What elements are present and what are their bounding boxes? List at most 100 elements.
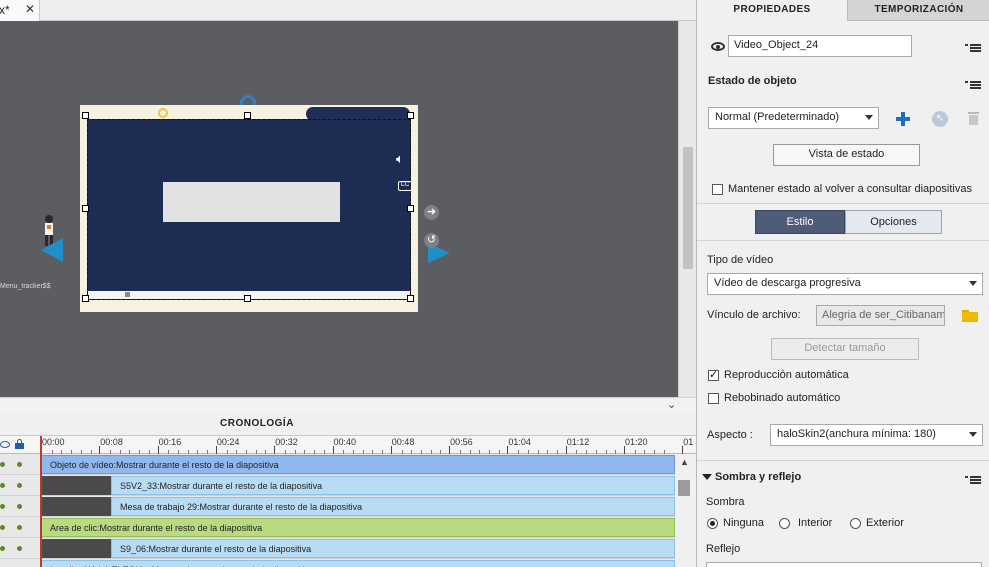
object-state-title: Estado de objeto — [708, 75, 797, 87]
panel-menu-icon[interactable] — [965, 43, 981, 52]
scroll-thumb[interactable] — [683, 147, 693, 269]
keep-state-label: Mantener estado al volver a consultar di… — [728, 183, 972, 195]
ruler-tick-label: 01:04 — [508, 437, 531, 447]
scroll-thumb[interactable] — [678, 480, 690, 496]
resize-handle-l[interactable] — [82, 205, 89, 212]
timeline-playhead[interactable] — [40, 436, 42, 567]
ruler-tick-label: 00:32 — [275, 437, 298, 447]
stage-vertical-scrollbar[interactable] — [678, 21, 696, 397]
ruler-tick-label: 01 — [683, 437, 694, 447]
object-name-field[interactable]: Video_Object_24 — [728, 35, 912, 57]
lock-icon[interactable] — [15, 439, 24, 449]
resize-handle-br[interactable] — [407, 295, 414, 302]
visibility-dot-icon[interactable] — [0, 525, 5, 530]
folder-icon[interactable] — [962, 310, 978, 322]
timeline-row[interactable]: S5V2_33:Mostrar durante el resto de la d… — [0, 475, 675, 496]
timeline-row[interactable]: Area de clic:Mostrar durante el resto de… — [0, 517, 675, 538]
timeline-ruler[interactable]: 00:00 00:08 00:16 00:24 00:32 00:40 00:48 00:56… — [0, 436, 696, 454]
timeline-bar[interactable]: Objeto de vídeo:Mostrar durante el resto… — [41, 455, 675, 474]
autoplay-label: Reproducción automática — [724, 369, 849, 381]
timeline-bar[interactable]: S5V2_33:Mostrar durante el resto de la d… — [111, 476, 675, 495]
object-state-value: Normal (Predeterminado) — [715, 111, 840, 123]
tab-options[interactable]: Opciones — [845, 210, 942, 234]
resize-handle-b[interactable] — [244, 295, 251, 302]
lock-dot-icon[interactable] — [17, 525, 22, 530]
ruler-tick-label: 00:56 — [450, 437, 473, 447]
video-type-select[interactable]: Vídeo de descarga progresiva — [707, 273, 983, 295]
resize-handle-tr[interactable] — [407, 112, 414, 119]
replay-nav-icon[interactable]: ↺ — [424, 233, 439, 248]
timeline-title: CRONOLOGÍA — [220, 418, 294, 429]
ruler-tick — [624, 446, 625, 454]
state-view-button[interactable]: Vista de estado — [773, 144, 920, 166]
timeline-row[interactable]: S9_06:Mostrar durante el resto de la dia… — [0, 538, 675, 559]
file-link-label: Vínculo de archivo: — [707, 309, 801, 321]
aspect-select[interactable]: haloSkin2(anchura mínima: 180) — [770, 424, 983, 446]
ruler-tick — [99, 446, 101, 454]
scroll-up-arrow-icon[interactable]: ▲ — [680, 457, 689, 467]
visibility-eye-icon[interactable] — [0, 441, 10, 448]
tab-properties[interactable]: PROPIEDADES — [697, 0, 847, 21]
visibility-eye-icon[interactable] — [711, 42, 725, 51]
shadow-none-radio[interactable] — [707, 518, 718, 529]
ruler-tick-label: 00:24 — [216, 437, 240, 447]
document-tab[interactable]: x* ✕ — [0, 0, 40, 21]
resize-handle-r[interactable] — [407, 205, 414, 212]
resize-handle-tl[interactable] — [82, 112, 89, 119]
timeline-visibility-controls — [0, 438, 40, 452]
stage-canvas[interactable]: Menu_tracker$$ 🔈︎ CC ➜ ↺ — [0, 21, 678, 397]
timeline-row[interactable]: Mesa de trabajo 29:Mostrar durante el re… — [0, 496, 675, 517]
visibility-dot-icon[interactable] — [0, 546, 5, 551]
shadow-outer-radio[interactable] — [850, 518, 861, 529]
video-object[interactable] — [87, 119, 411, 300]
object-state-menu-icon[interactable] — [965, 80, 981, 89]
timeline-vertical-scrollbar[interactable]: ▲ — [675, 454, 696, 567]
visibility-dot-icon[interactable] — [0, 462, 5, 467]
tab-style[interactable]: Estilo — [755, 210, 845, 234]
visibility-dot-icon[interactable] — [0, 483, 5, 488]
keep-state-checkbox[interactable] — [712, 184, 723, 195]
edit-state-icon[interactable]: ↖ — [932, 111, 948, 127]
editor-area: x* ✕ Menu_tracker$$ 🔈︎ CC ➜ ↺ ⌄ CRONOLOG… — [0, 0, 696, 567]
timeline-bar[interactable]: Inscribe NA LA ELEGIA - Mostrar durante … — [41, 560, 675, 567]
close-icon[interactable]: ✕ — [25, 2, 35, 16]
volume-icon[interactable]: 🔈︎ — [396, 152, 404, 165]
delete-state-icon[interactable] — [968, 112, 979, 125]
autorewind-checkbox[interactable] — [708, 393, 719, 404]
divider — [697, 460, 989, 461]
timeline-bar[interactable]: S9_06:Mostrar durante el resto de la dia… — [111, 539, 675, 558]
ruler-tick — [390, 446, 392, 454]
stage-horizontal-scrollbar[interactable]: ⌄ — [0, 397, 696, 412]
shadow-inner-radio[interactable] — [779, 518, 790, 529]
shadow-outer-label: Exterior — [866, 517, 904, 529]
resize-handle-bl[interactable] — [82, 295, 89, 302]
ruler-tick-label: 00:48 — [391, 437, 415, 447]
visibility-dot-icon[interactable] — [0, 504, 5, 509]
slide-thumbnail[interactable] — [80, 105, 418, 312]
object-state-select[interactable]: Normal (Predeterminado) — [708, 107, 879, 129]
tab-timing[interactable]: TEMPORIZACIÓN — [847, 0, 989, 21]
autoplay-checkbox[interactable] — [708, 368, 719, 381]
document-tab-bar: x* ✕ — [0, 0, 696, 21]
reflection-select[interactable] — [706, 562, 982, 567]
timeline-rows: Objeto de vídeo:Mostrar durante el resto… — [0, 454, 675, 567]
chevron-down-icon[interactable]: ⌄ — [667, 398, 676, 411]
detect-size-button[interactable]: Detectar tamaño — [771, 338, 919, 360]
lock-dot-icon[interactable] — [17, 546, 22, 551]
file-link-field[interactable]: Alegria de ser_Citibaname — [816, 305, 945, 326]
add-state-icon[interactable] — [895, 111, 911, 127]
timeline-bar[interactable]: Mesa de trabajo 29:Mostrar durante el re… — [111, 497, 675, 516]
timeline-row[interactable]: Objeto de vídeo:Mostrar durante el resto… — [0, 454, 675, 475]
lock-dot-icon[interactable] — [17, 483, 22, 488]
rotate-handle-icon[interactable] — [240, 95, 256, 105]
timeline-bar[interactable]: Area de clic:Mostrar durante el resto de… — [41, 518, 675, 537]
lock-dot-icon[interactable] — [17, 462, 22, 467]
timeline-row[interactable]: Inscribe NA LA ELEGIA - Mostrar durante … — [0, 559, 675, 567]
closed-caption-icon[interactable]: CC — [398, 181, 412, 191]
forward-nav-icon[interactable]: ➜ — [424, 205, 439, 220]
previous-arrow-icon[interactable] — [41, 238, 63, 262]
collapse-arrow-icon[interactable] — [702, 474, 712, 480]
resize-handle-t[interactable] — [244, 112, 251, 119]
lock-dot-icon[interactable] — [17, 504, 22, 509]
shadow-section-menu-icon[interactable] — [965, 475, 981, 484]
